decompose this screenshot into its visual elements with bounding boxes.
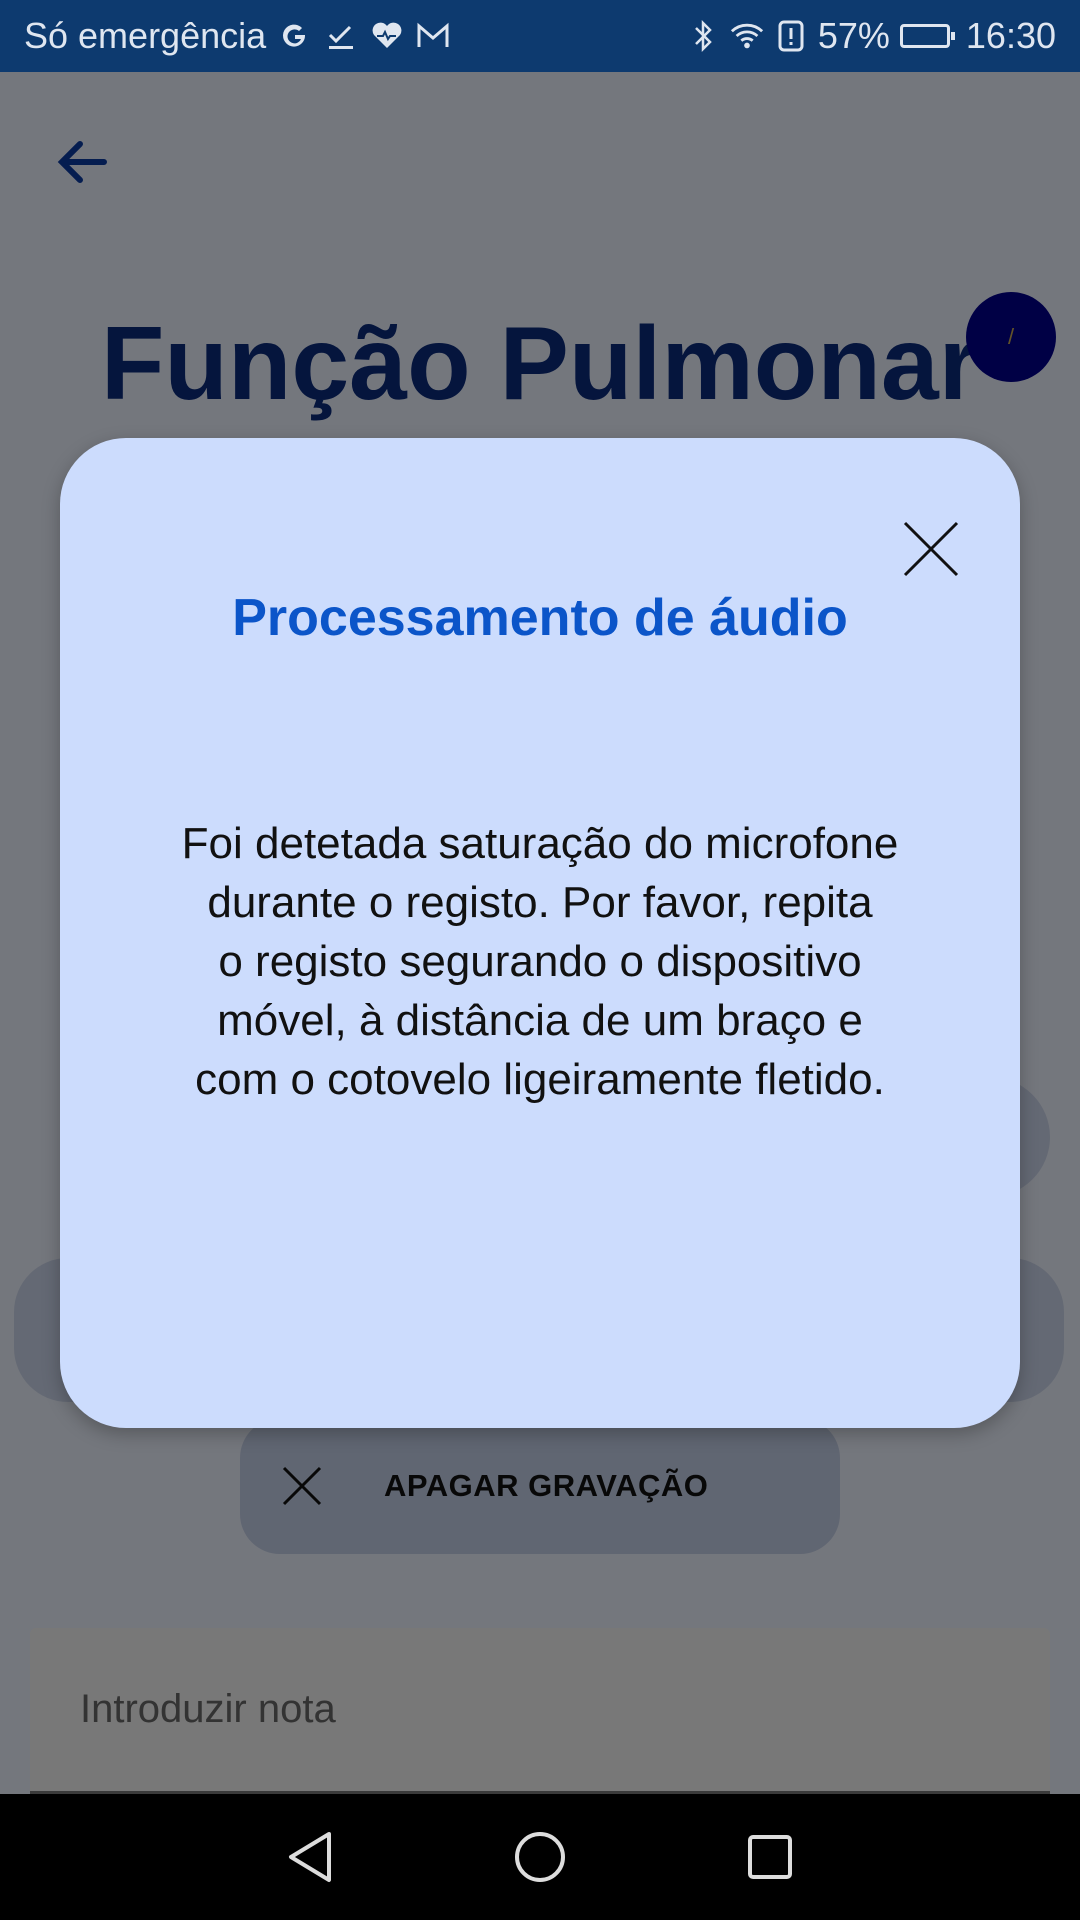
audio-processing-dialog: Processamento de áudio Foi detetada satu… xyxy=(60,438,1020,1428)
gmail-icon xyxy=(416,16,450,56)
bluetooth-icon xyxy=(686,16,720,56)
dialog-message: Foi detetada saturação do microfone dura… xyxy=(181,819,899,1104)
nav-back-button[interactable] xyxy=(280,1827,340,1887)
nav-recents-button[interactable] xyxy=(740,1827,800,1887)
triangle-back-icon xyxy=(289,1832,331,1882)
status-right: 57% 16:30 xyxy=(686,15,1056,57)
dialog-title: Processamento de áudio xyxy=(232,589,848,647)
clock: 16:30 xyxy=(965,15,1056,56)
status-left: Só emergência xyxy=(24,15,450,57)
carrier-text: Só emergência xyxy=(24,15,267,56)
circle-home-icon xyxy=(515,1832,565,1882)
google-icon xyxy=(278,16,312,56)
nav-home-button[interactable] xyxy=(510,1827,570,1887)
health-heart-icon xyxy=(370,16,404,56)
navigation-bar xyxy=(0,1794,1080,1920)
close-icon xyxy=(903,521,959,577)
task-check-icon xyxy=(324,16,358,56)
wifi-icon xyxy=(730,16,764,56)
battery-percent: 57% xyxy=(817,15,890,56)
square-recents-icon xyxy=(748,1835,792,1879)
alert-icon xyxy=(774,16,808,56)
dialog-close-button[interactable] xyxy=(890,508,972,590)
battery-icon xyxy=(899,24,955,48)
status-bar: Só emergência 57% 16:30 xyxy=(0,0,1080,72)
